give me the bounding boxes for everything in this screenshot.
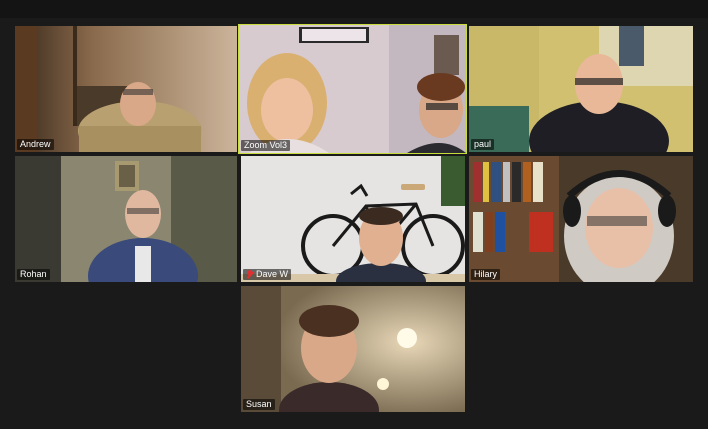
video-feed — [469, 156, 693, 282]
mic-muted-icon — [246, 270, 254, 279]
participant-name-label: paul — [471, 139, 495, 150]
participant-name-label: Zoom Vol3 — [241, 140, 291, 151]
video-tile-hilary[interactable]: Hilary — [469, 156, 693, 282]
video-tile-dave-w[interactable]: Dave W — [241, 156, 465, 282]
participant-name: Andrew — [20, 139, 51, 149]
participant-name-label: Susan — [243, 399, 275, 410]
video-tile-andrew[interactable]: Andrew — [15, 26, 237, 152]
video-feed — [15, 156, 237, 282]
participant-name: Hilary — [474, 269, 498, 279]
participant-name-label: Rohan — [17, 269, 50, 280]
participant-name-label: Hilary — [471, 269, 501, 280]
video-tile-rohan[interactable]: Rohan — [15, 156, 237, 282]
participant-name-label: Andrew — [17, 139, 54, 150]
video-feed — [15, 26, 237, 152]
meeting-top-bar — [0, 0, 708, 18]
video-tile-zoom-vol3[interactable]: Zoom Vol3 — [238, 24, 467, 154]
video-feed — [241, 286, 465, 412]
video-feed — [241, 156, 465, 282]
video-tile-susan[interactable]: Susan — [241, 286, 465, 412]
participant-name: Dave W — [256, 269, 289, 279]
video-feed — [469, 26, 693, 152]
participant-name: Rohan — [20, 269, 47, 279]
participant-name-label: Dave W — [243, 269, 292, 280]
video-tile-paul[interactable]: paul — [469, 26, 693, 152]
video-feed — [239, 25, 466, 153]
participant-name: Susan — [246, 399, 272, 409]
participant-name: Zoom Vol3 — [244, 140, 288, 150]
participant-name: paul — [474, 139, 492, 149]
